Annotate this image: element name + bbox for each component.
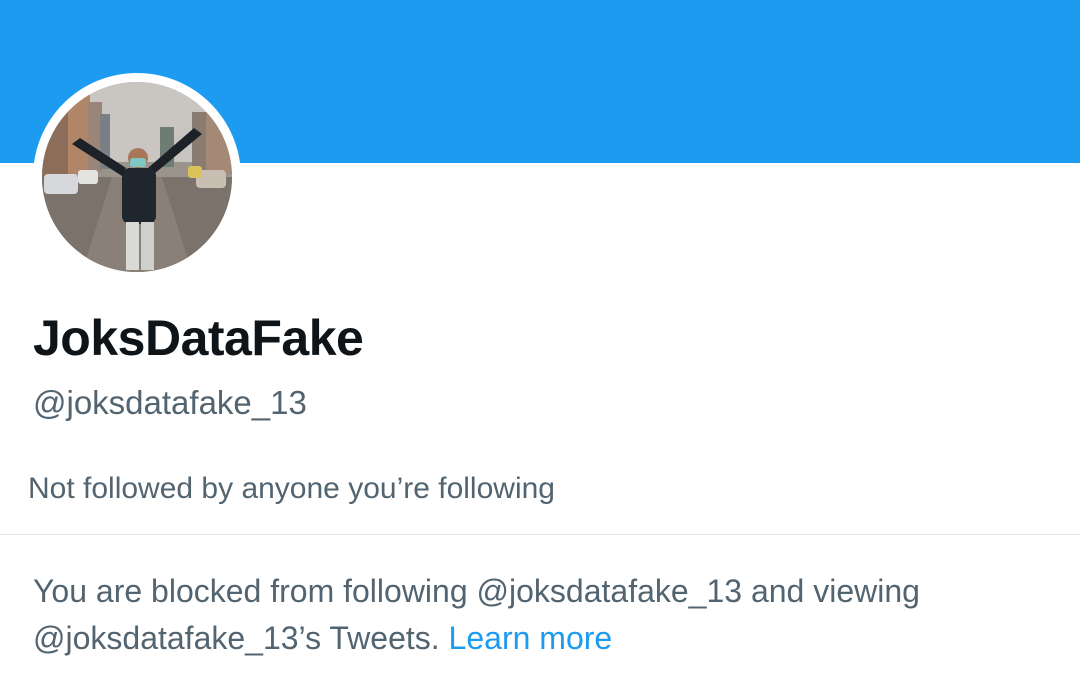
display-name: JoksDataFake bbox=[33, 310, 364, 366]
followers-you-know[interactable]: Not followed by anyone you’re following bbox=[28, 472, 555, 506]
profile-page: JoksDataFake @joksdatafake_13 Not follow… bbox=[0, 0, 1080, 697]
divider bbox=[0, 534, 1080, 535]
blocked-notice: You are blocked from following @joksdata… bbox=[33, 568, 1053, 662]
learn-more-link[interactable]: Learn more bbox=[449, 620, 613, 656]
avatar-photo bbox=[42, 82, 232, 272]
avatar[interactable] bbox=[42, 82, 232, 272]
profile-handle: @joksdatafake_13 bbox=[33, 384, 307, 421]
blocked-notice-line2: @joksdatafake_13’s Tweets. bbox=[33, 620, 440, 656]
blocked-notice-line1: You are blocked from following @joksdata… bbox=[33, 573, 920, 609]
